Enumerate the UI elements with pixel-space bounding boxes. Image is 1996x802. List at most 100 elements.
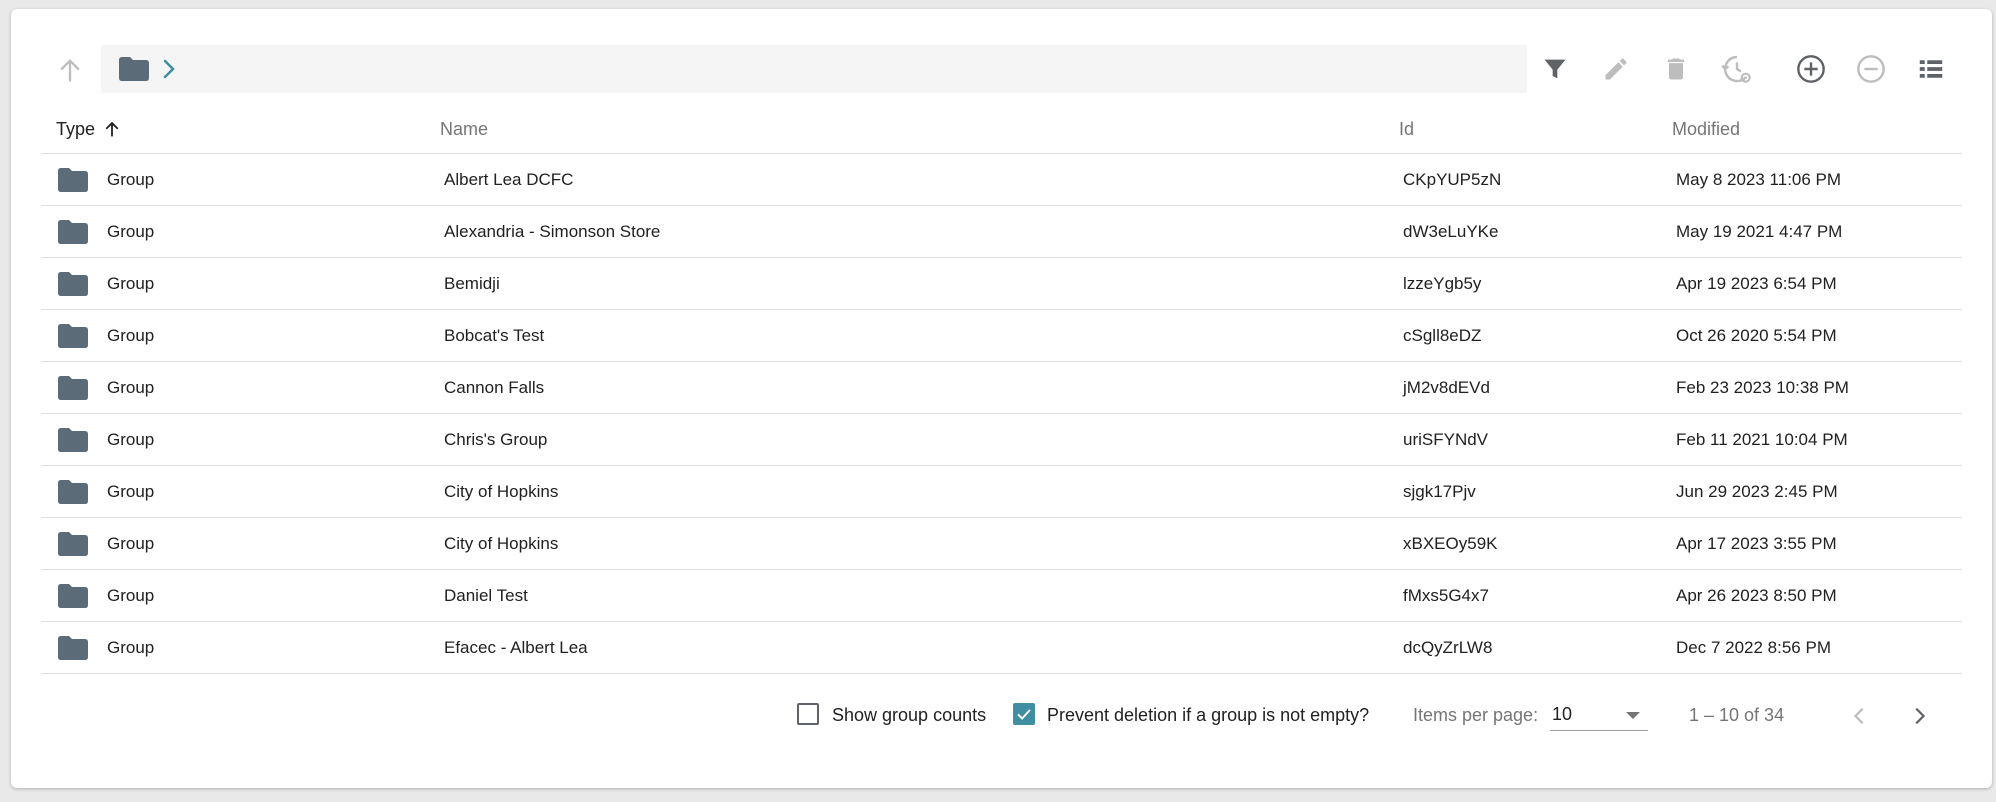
row-name: Bemidji [444, 273, 500, 293]
row-name: Chris's Group [444, 429, 548, 449]
chevron-left-icon [1853, 707, 1864, 725]
type-column-header[interactable]: Type [56, 105, 121, 153]
row-modified: May 8 2023 11:06 PM [1676, 169, 1842, 189]
row-id: dcQyZrLW8 [1403, 637, 1493, 657]
row-id: xBXEOy59K [1403, 533, 1498, 553]
table-row[interactable]: Group Efacec - Albert Lea dcQyZrLW8 Dec 7 2… [41, 622, 1962, 674]
table-row[interactable]: Group Bobcat's Test cSgll8eDZ Oct 26 2020 5… [41, 310, 1962, 362]
row-type: Group [107, 637, 155, 657]
table-row[interactable]: Group City of Hopkins sjgk17Pjv Jun 29 2023… [41, 466, 1962, 518]
row-type: Group [107, 169, 155, 189]
edit-button[interactable] [1590, 43, 1642, 95]
row-modified: Oct 26 2020 5:54 PM [1676, 325, 1837, 345]
arrow-upward-icon [60, 59, 80, 82]
prevent-deletion-checkbox[interactable] [1013, 703, 1035, 725]
previous-page-button[interactable] [1840, 696, 1880, 736]
row-modified: Jun 29 2023 2:45 PM [1676, 481, 1838, 501]
folder-icon [57, 570, 89, 621]
row-id: uriSFYNdV [1403, 429, 1489, 449]
folder-icon [57, 154, 89, 205]
name-column-header[interactable]: Name [440, 105, 488, 153]
row-name: City of Hopkins [444, 481, 559, 501]
row-modified: Apr 26 2023 8:50 PM [1676, 585, 1837, 605]
add-circle-icon [1797, 55, 1825, 83]
row-name: Efacec - Albert Lea [444, 637, 588, 657]
row-id: jM2v8dEVd [1403, 377, 1490, 397]
row-name: Daniel Test [444, 585, 528, 605]
row-type: Group [107, 533, 155, 553]
table-row[interactable]: Group Bemidji lzzeYgb5y Apr 19 2023 6:54 PM [41, 258, 1962, 310]
delete-button[interactable] [1650, 43, 1702, 95]
row-type: Group [107, 273, 155, 293]
next-page-button[interactable] [1899, 696, 1939, 736]
row-modified: May 19 2021 4:47 PM [1676, 221, 1843, 241]
row-modified: Feb 23 2023 10:38 PM [1676, 377, 1849, 397]
row-name: Bobcat's Test [444, 325, 545, 345]
table-body: Group Albert Lea DCFC CKpYUP5zN May 8 2023 … [41, 154, 1962, 674]
row-type: Group [107, 481, 155, 501]
items-per-page-label: Items per page: [1413, 705, 1539, 725]
table-row[interactable]: Group Alexandria - Simonson Store dW3eLuYK… [41, 206, 1962, 258]
check-icon [1017, 709, 1031, 720]
folder-icon [57, 206, 89, 257]
items-per-page-value: 10 [1552, 704, 1573, 724]
row-id: fMxs5G4x7 [1403, 585, 1489, 605]
table-row[interactable]: Group Chris's Group uriSFYNdV Feb 11 2021 1… [41, 414, 1962, 466]
folder-icon [57, 310, 89, 361]
row-name: Albert Lea DCFC [444, 169, 574, 189]
history-settings-button[interactable] [1711, 43, 1763, 95]
folder-icon [57, 258, 89, 309]
filter-icon [1544, 59, 1566, 79]
view-list-button[interactable] [1905, 43, 1957, 95]
items-per-page-select[interactable]: 10 [1550, 700, 1648, 731]
dropdown-arrow-icon [1626, 712, 1640, 719]
row-name: Alexandria - Simonson Store [444, 221, 661, 241]
row-type: Group [107, 325, 155, 345]
row-id: lzzeYgb5y [1403, 273, 1482, 293]
prevent-deletion-label[interactable]: Prevent deletion if a group is not empty… [1047, 704, 1369, 726]
breadcrumb [101, 45, 1527, 93]
row-id: dW3eLuYKe [1403, 221, 1499, 241]
history-settings-icon [1721, 55, 1751, 83]
id-column-header[interactable]: Id [1399, 105, 1414, 153]
row-type: Group [107, 429, 155, 449]
delete-icon [1667, 58, 1685, 80]
chevron-right-icon [1915, 707, 1926, 725]
folder-icon[interactable] [118, 56, 150, 82]
pagination-range: 1 – 10 of 34 [1689, 705, 1785, 725]
row-name: City of Hopkins [444, 533, 559, 553]
chevron-right-icon [162, 58, 176, 80]
folder-icon [57, 466, 89, 517]
edit-icon [1605, 58, 1627, 80]
row-modified: Apr 17 2023 3:55 PM [1676, 533, 1837, 553]
filter-button[interactable] [1529, 43, 1581, 95]
row-modified: Dec 7 2022 8:56 PM [1676, 637, 1831, 657]
table-footer: Show group counts Prevent deletion if a … [0, 686, 1996, 746]
arrow-upward-icon [105, 122, 119, 137]
show-group-counts-checkbox[interactable] [797, 703, 819, 725]
row-modified: Feb 11 2021 10:04 PM [1676, 429, 1848, 449]
table-header: Type Name Id Modified [41, 105, 1962, 154]
row-type: Group [107, 377, 155, 397]
table-row[interactable]: Group City of Hopkins xBXEOy59K Apr 17 2023… [41, 518, 1962, 570]
table-row[interactable]: Group Daniel Test fMxs5G4x7 Apr 26 2023 8:5… [41, 570, 1962, 622]
row-id: sjgk17Pjv [1403, 481, 1476, 501]
row-id: cSgll8eDZ [1403, 325, 1482, 345]
navigate-up-button[interactable] [42, 42, 98, 98]
row-id: CKpYUP5zN [1403, 169, 1502, 189]
show-group-counts-label[interactable]: Show group counts [832, 704, 986, 726]
folder-icon [57, 518, 89, 569]
groups-table: Type Name Id Modified Group Albert Lea DC… [41, 105, 1962, 674]
remove-group-button[interactable] [1845, 43, 1897, 95]
add-group-button[interactable] [1785, 43, 1837, 95]
remove-circle-icon [1857, 55, 1885, 83]
table-row[interactable]: Group Cannon Falls jM2v8dEVd Feb 23 2023 10… [41, 362, 1962, 414]
folder-icon [57, 362, 89, 413]
modified-column-header[interactable]: Modified [1672, 105, 1740, 153]
row-type: Group [107, 221, 155, 241]
view-list-icon [1919, 60, 1943, 78]
row-name: Cannon Falls [444, 377, 545, 397]
row-modified: Apr 19 2023 6:54 PM [1676, 273, 1837, 293]
row-type: Group [107, 585, 155, 605]
table-row[interactable]: Group Albert Lea DCFC CKpYUP5zN May 8 2023 … [41, 154, 1962, 206]
